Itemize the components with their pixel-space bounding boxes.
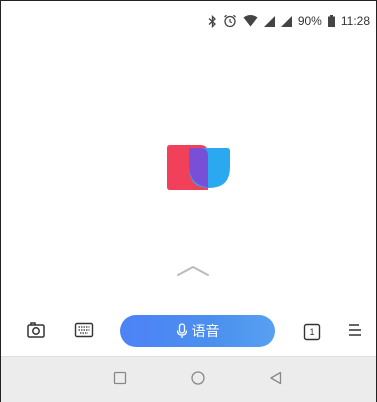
menu-button[interactable] xyxy=(342,319,368,345)
voice-input-button[interactable]: 语音 xyxy=(120,315,275,347)
back-triangle-icon xyxy=(269,371,283,390)
chevron-up-icon[interactable] xyxy=(175,263,211,277)
home-circle-icon xyxy=(190,370,206,391)
recents-square-icon xyxy=(113,371,127,390)
phone-screen: 90% 11:28 语音 1 xyxy=(0,0,377,402)
microphone-icon xyxy=(176,323,188,339)
navigation-bar xyxy=(1,356,376,402)
battery-percent: 90% xyxy=(297,14,322,28)
bluetooth-icon xyxy=(208,14,217,28)
home-button[interactable] xyxy=(187,369,209,391)
camera-icon xyxy=(26,321,46,344)
tab-count: 1 xyxy=(309,327,315,337)
camera-button[interactable] xyxy=(23,319,49,345)
battery-icon xyxy=(327,15,335,27)
app-logo xyxy=(164,144,232,192)
recents-button[interactable] xyxy=(109,369,131,391)
alarm-icon xyxy=(223,14,237,28)
tabs-button[interactable]: 1 xyxy=(299,319,325,345)
bottom-toolbar: 语音 1 xyxy=(1,313,376,351)
keyboard-icon xyxy=(74,322,94,343)
signal-icon xyxy=(263,15,275,27)
signal-icon xyxy=(280,15,292,27)
wifi-icon xyxy=(243,15,258,27)
clock: 11:28 xyxy=(340,14,370,28)
status-bar: 90% 11:28 xyxy=(1,1,376,41)
menu-icon xyxy=(347,323,363,342)
keyboard-button[interactable] xyxy=(71,319,97,345)
back-button[interactable] xyxy=(265,369,287,391)
voice-button-label: 语音 xyxy=(191,323,220,339)
